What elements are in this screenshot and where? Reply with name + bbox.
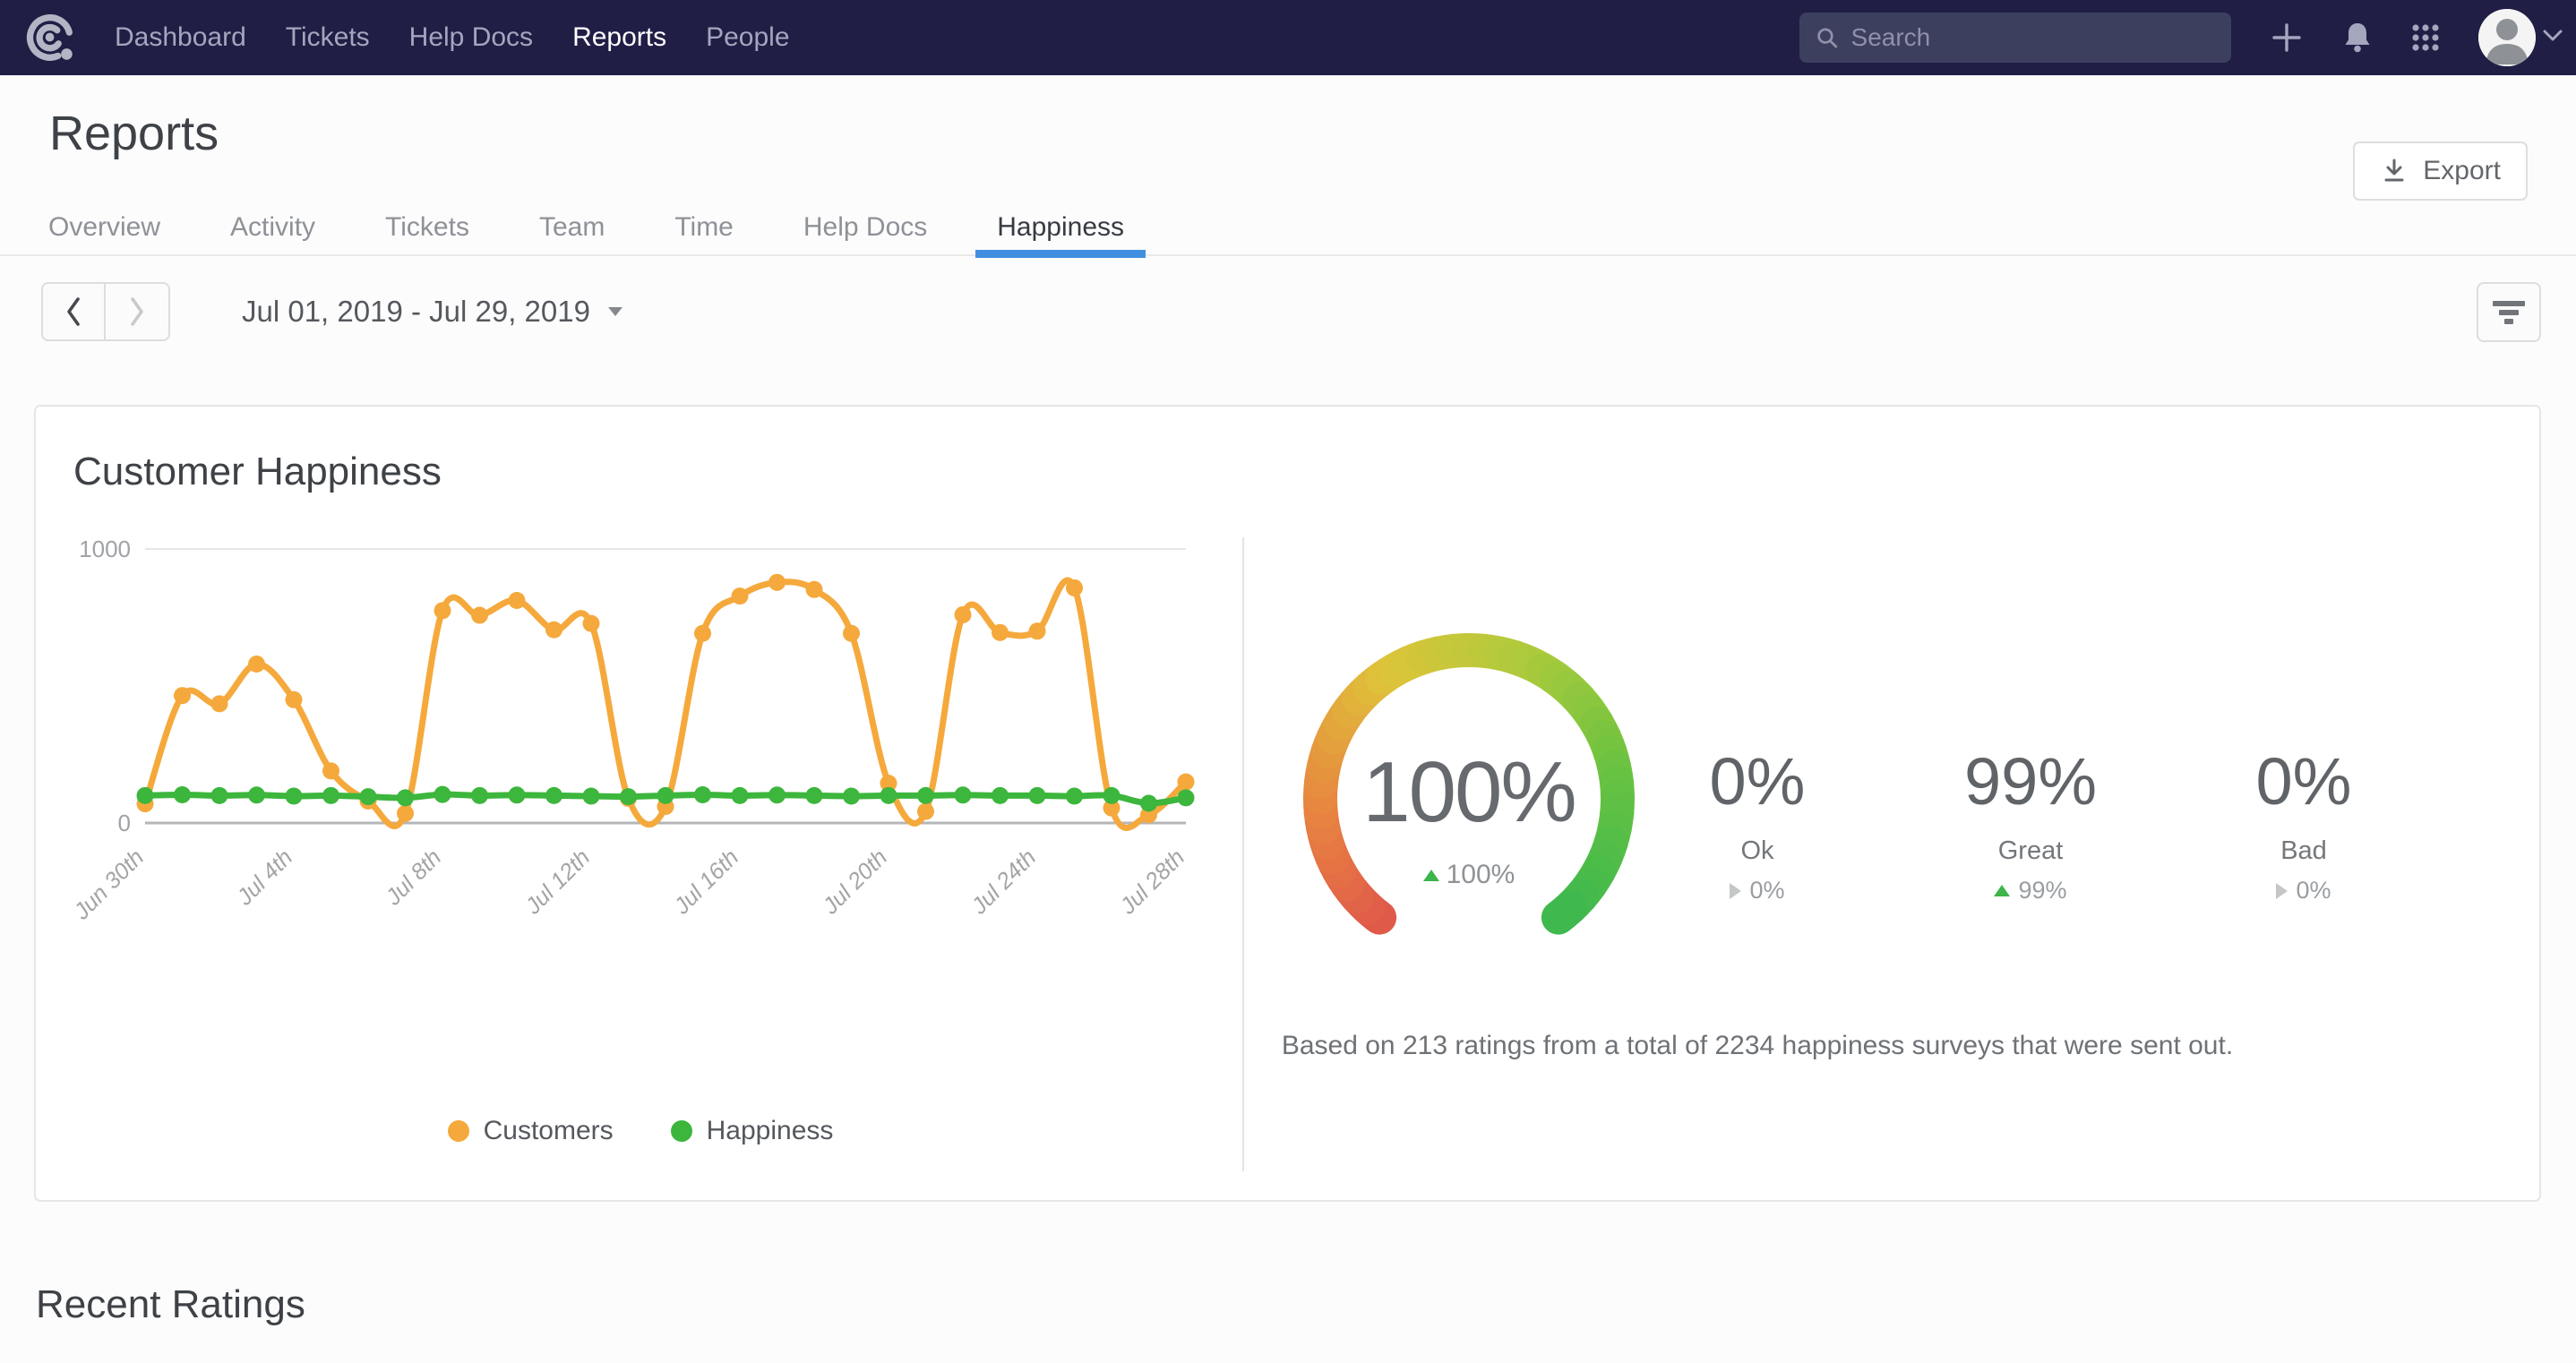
date-range-text: Jul 01, 2019 - Jul 29, 2019 [242, 295, 590, 329]
legend-label-customers: Customers [484, 1116, 614, 1146]
panel-divider [1242, 537, 1244, 1171]
trend-flat-icon [2276, 883, 2288, 899]
search-input[interactable] [1851, 23, 2215, 52]
app-grid-icon [2410, 22, 2441, 53]
stat-great-change-value: 99% [2018, 877, 2066, 904]
stat-ok-change-value: 0% [1749, 877, 1784, 904]
groove-logo-icon[interactable] [23, 10, 79, 65]
svg-text:Jul 20th: Jul 20th [818, 844, 893, 920]
svg-text:1000: 1000 [79, 536, 131, 562]
tab-activity[interactable]: Activity [209, 199, 337, 256]
ratings-summary: Based on 213 ratings from a total of 223… [1238, 1026, 2277, 1066]
nav-item-reports[interactable]: Reports [572, 22, 666, 53]
gauge-change: 100% [1272, 860, 1666, 890]
date-range-toolbar: Jul 01, 2019 - Jul 29, 2019 [41, 282, 623, 341]
bell-icon [2342, 21, 2373, 54]
trend-up-icon [1994, 885, 2010, 896]
previous-period-button[interactable] [41, 282, 106, 341]
filter-icon [2491, 298, 2527, 327]
svg-text:0: 0 [118, 810, 131, 836]
user-avatar[interactable] [2478, 9, 2536, 66]
notifications-button[interactable] [2342, 21, 2373, 54]
gauge-score: 100% [1272, 743, 1666, 842]
stat-bad-label: Bad [2180, 836, 2427, 866]
happiness-series-dot [671, 1120, 692, 1142]
top-navbar: Dashboard Tickets Help Docs Reports Peop… [0, 0, 2576, 75]
x-axis-labels: Jun 30th Jul 4th Jul 8th Jul 12th Jul 16th Ju… [69, 844, 1190, 925]
chevron-right-icon [126, 296, 148, 328]
next-period-button[interactable] [106, 282, 170, 341]
tab-happiness[interactable]: Happiness [975, 199, 1146, 256]
date-range-selector[interactable]: Jul 01, 2019 - Jul 29, 2019 [242, 295, 623, 329]
filter-button[interactable] [2477, 282, 2541, 342]
chevron-left-icon [63, 296, 84, 328]
trend-up-icon [1423, 870, 1439, 881]
customer-happiness-card: Customer Happiness 01000Jun 30thJul 4thJ… [34, 405, 2541, 1202]
svg-text:Jul 8th: Jul 8th [381, 844, 447, 911]
svg-text:Jul 12th: Jul 12th [520, 844, 596, 920]
stat-great: 99% Great 99% [1907, 749, 2154, 904]
happiness-line-chart: 0 1000 Jun 30th Jul 4th Jul 8th Jul 12th Jul 1… [54, 514, 1227, 1069]
svg-text:Jul 28th: Jul 28th [1115, 844, 1190, 920]
trend-flat-icon [1730, 883, 1741, 899]
nav-item-tickets[interactable]: Tickets [286, 22, 370, 53]
tab-tickets[interactable]: Tickets [364, 199, 491, 256]
page-title: Reports [49, 106, 219, 161]
primary-nav: Dashboard Tickets Help Docs Reports Peop… [115, 22, 790, 53]
plus-icon [2269, 20, 2305, 56]
global-search[interactable] [1799, 13, 2231, 63]
tab-overview[interactable]: Overview [27, 199, 182, 256]
legend-item-customers: Customers [448, 1116, 614, 1146]
account-menu-button[interactable] [2543, 30, 2563, 47]
tab-team[interactable]: Team [518, 199, 626, 256]
stat-bad: 0% Bad 0% [2180, 749, 2427, 904]
download-icon [2380, 157, 2409, 185]
chart-legend: Customers Happiness [54, 1116, 1227, 1146]
chevron-down-icon [2543, 30, 2563, 42]
caret-down-icon [608, 307, 623, 316]
nav-item-dashboard[interactable]: Dashboard [115, 22, 246, 53]
stat-great-value: 99% [1907, 749, 2154, 815]
chart-title: Customer Happiness [73, 450, 442, 494]
apps-menu-button[interactable] [2410, 22, 2441, 53]
nav-item-help-docs[interactable]: Help Docs [409, 22, 533, 53]
customers-series-dot [448, 1120, 469, 1142]
stat-great-label: Great [1907, 836, 2154, 866]
rating-stats: 0% Ok 0% 99% Great 99% 0% Bad 0% [1634, 749, 2427, 904]
stat-ok-change: 0% [1634, 877, 1881, 904]
legend-label-happiness: Happiness [707, 1116, 834, 1146]
stat-ok-label: Ok [1634, 836, 1881, 866]
nav-item-people[interactable]: People [706, 22, 789, 53]
stat-bad-change: 0% [2180, 877, 2427, 904]
tab-time[interactable]: Time [653, 199, 755, 256]
add-button[interactable] [2269, 20, 2305, 56]
stat-great-change: 99% [1907, 877, 2154, 904]
stat-bad-change-value: 0% [2296, 877, 2331, 904]
search-icon [1816, 25, 1839, 50]
svg-text:Jul 24th: Jul 24th [966, 844, 1042, 920]
tab-help-docs[interactable]: Help Docs [782, 199, 949, 256]
report-tabs: Overview Activity Tickets Team Time Help… [27, 199, 1146, 256]
export-button[interactable]: Export [2353, 141, 2528, 201]
legend-item-happiness: Happiness [671, 1116, 834, 1146]
stat-bad-value: 0% [2180, 749, 2427, 815]
stat-ok-value: 0% [1634, 749, 1881, 815]
svg-text:Jul 4th: Jul 4th [232, 844, 298, 911]
recent-ratings-title: Recent Ratings [36, 1282, 305, 1327]
stat-ok: 0% Ok 0% [1634, 749, 1881, 904]
export-label: Export [2423, 156, 2501, 186]
avatar-photo [2478, 9, 2536, 66]
svg-text:Jun 30th: Jun 30th [69, 844, 150, 925]
gauge-change-value: 100% [1447, 860, 1516, 890]
svg-text:Jul 16th: Jul 16th [669, 844, 744, 920]
